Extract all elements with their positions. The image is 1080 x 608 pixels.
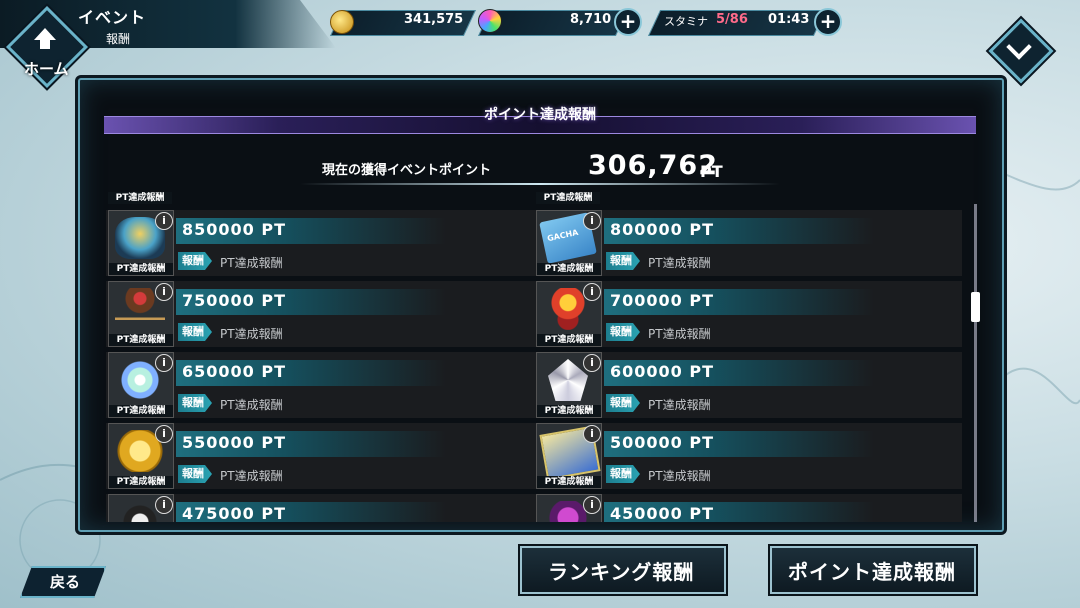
- partial-caption-right: PT達成報酬: [536, 192, 600, 204]
- scrollbar-thumb[interactable]: [971, 292, 980, 322]
- reward-row: PT達成報酬 i 550000 PT 報酬 PT達成報酬: [106, 423, 534, 489]
- reward-icon-frame[interactable]: PT達成報酬 i: [108, 281, 174, 347]
- back-label: 戻る: [50, 573, 81, 591]
- home-button[interactable]: ホーム: [5, 5, 89, 89]
- points-unit: PT: [700, 162, 723, 181]
- reward-row: PT達成報酬i475000 PT報酬PT達成報酬: [106, 494, 534, 522]
- point-rewards-label: ポイント達成報酬: [788, 560, 956, 584]
- page-subtitle: 報酬: [106, 32, 131, 46]
- info-icon[interactable]: i: [155, 212, 173, 230]
- reward-icon-caption: PT達成報酬: [537, 334, 601, 346]
- reward-description: PT達成報酬: [648, 398, 711, 412]
- reward-icon-frame[interactable]: PT達成報酬i: [536, 494, 602, 522]
- reward-description: PT達成報酬: [648, 469, 711, 483]
- reward-icon-frame[interactable]: PT達成報酬 i: [536, 423, 602, 489]
- add-stamina-button[interactable]: +: [814, 8, 842, 36]
- reward-description: PT達成報酬: [220, 256, 283, 270]
- reward-icon-caption: PT達成報酬: [537, 263, 601, 275]
- ranking-rewards-label: ランキング報酬: [548, 560, 695, 584]
- reward-tag: 報酬: [606, 465, 640, 483]
- reward-description: PT達成報酬: [648, 327, 711, 341]
- reward-icon-caption: PT達成報酬: [109, 476, 173, 488]
- reward-row: PT達成報酬 i 500000 PT 報酬 PT達成報酬: [534, 423, 962, 489]
- stamina-timer: 01:43: [768, 12, 810, 27]
- reward-row: PT達成報酬 i 750000 PT 報酬 PT達成報酬: [106, 281, 534, 347]
- reward-threshold: 600000 PT: [610, 362, 715, 381]
- points-label: 現在の獲得イベントポイント: [322, 163, 492, 178]
- info-icon[interactable]: i: [583, 496, 601, 514]
- info-icon[interactable]: i: [583, 212, 601, 230]
- add-gems-button[interactable]: +: [614, 8, 642, 36]
- reward-icon-caption: PT達成報酬: [109, 334, 173, 346]
- reward-threshold: 700000 PT: [610, 291, 715, 310]
- reward-icon-caption: PT達成報酬: [109, 263, 173, 275]
- reward-icon-caption: PT達成報酬: [109, 405, 173, 417]
- reward-tag: 報酬: [178, 323, 212, 341]
- info-icon[interactable]: i: [583, 354, 601, 372]
- menu-button[interactable]: [988, 18, 1054, 84]
- reward-tag: 報酬: [606, 394, 640, 412]
- reward-icon-frame[interactable]: GACHA PT達成報酬 i: [536, 210, 602, 276]
- info-icon[interactable]: i: [583, 283, 601, 301]
- home-label: ホーム: [24, 60, 69, 78]
- reward-row: GACHA PT達成報酬 i 800000 PT 報酬 PT達成報酬: [534, 210, 962, 276]
- reward-row: PT達成報酬 i 700000 PT 報酬 PT達成報酬: [534, 281, 962, 347]
- reward-tag: 報酬: [178, 394, 212, 412]
- reward-description: PT達成報酬: [220, 469, 283, 483]
- up-arrow-stem: [40, 39, 50, 49]
- reward-icon-frame[interactable]: PT達成報酬 i: [108, 423, 174, 489]
- info-icon[interactable]: i: [155, 496, 173, 514]
- scrollbar-track[interactable]: [974, 204, 977, 522]
- info-icon[interactable]: i: [155, 425, 173, 443]
- reward-row: PT達成報酬 i 850000 PT 報酬 PT達成報酬: [106, 210, 534, 276]
- gems-value: 8,710: [570, 12, 612, 27]
- reward-icon-frame[interactable]: PT達成報酬i: [108, 494, 174, 522]
- reward-icon-frame[interactable]: PT達成報酬 i: [536, 352, 602, 418]
- page-title: イベント: [78, 8, 147, 27]
- info-icon[interactable]: i: [155, 283, 173, 301]
- points-divider: [300, 183, 780, 185]
- reward-icon-frame[interactable]: PT達成報酬 i: [536, 281, 602, 347]
- points-value: 306,762: [588, 150, 718, 181]
- info-icon[interactable]: i: [583, 425, 601, 443]
- partial-caption-left: PT達成報酬: [108, 192, 172, 204]
- reward-row: PT達成報酬 i 600000 PT 報酬 PT達成報酬: [534, 352, 962, 418]
- stamina-value: 5/86: [716, 12, 748, 27]
- reward-description: PT達成報酬: [648, 256, 711, 270]
- coin-icon: [330, 10, 354, 34]
- reward-tag: 報酬: [606, 252, 640, 270]
- coins-value: 341,575: [404, 12, 464, 27]
- reward-icon-frame[interactable]: PT達成報酬 i: [108, 210, 174, 276]
- reward-icon-caption: PT達成報酬: [537, 476, 601, 488]
- panel-title: ポイント達成報酬: [484, 107, 596, 123]
- reward-tag: 報酬: [178, 252, 212, 270]
- reward-threshold: 500000 PT: [610, 433, 715, 452]
- reward-tag: 報酬: [606, 323, 640, 341]
- reward-icon-caption: PT達成報酬: [537, 405, 601, 417]
- reward-row: PT達成報酬 i 650000 PT 報酬 PT達成報酬: [106, 352, 534, 418]
- gem-icon: [478, 9, 502, 33]
- reward-description: PT達成報酬: [220, 327, 283, 341]
- reward-threshold: 650000 PT: [182, 362, 287, 381]
- reward-threshold: 850000 PT: [182, 220, 287, 239]
- stamina-label: スタミナ: [664, 15, 708, 28]
- reward-threshold: 750000 PT: [182, 291, 287, 310]
- reward-threshold: 800000 PT: [610, 220, 715, 239]
- reward-threshold: 550000 PT: [182, 433, 287, 452]
- reward-list[interactable]: PT達成報酬 PT達成報酬 PT達成報酬 i 850000 PT 報酬 PT達成報酬 GA…: [104, 192, 964, 522]
- reward-description: PT達成報酬: [220, 398, 283, 412]
- info-icon[interactable]: i: [155, 354, 173, 372]
- reward-threshold: 450000 PT: [610, 504, 715, 522]
- reward-icon-frame[interactable]: PT達成報酬 i: [108, 352, 174, 418]
- reward-row: PT達成報酬i450000 PT報酬PT達成報酬: [534, 494, 962, 522]
- reward-threshold: 475000 PT: [182, 504, 287, 522]
- reward-tag: 報酬: [178, 465, 212, 483]
